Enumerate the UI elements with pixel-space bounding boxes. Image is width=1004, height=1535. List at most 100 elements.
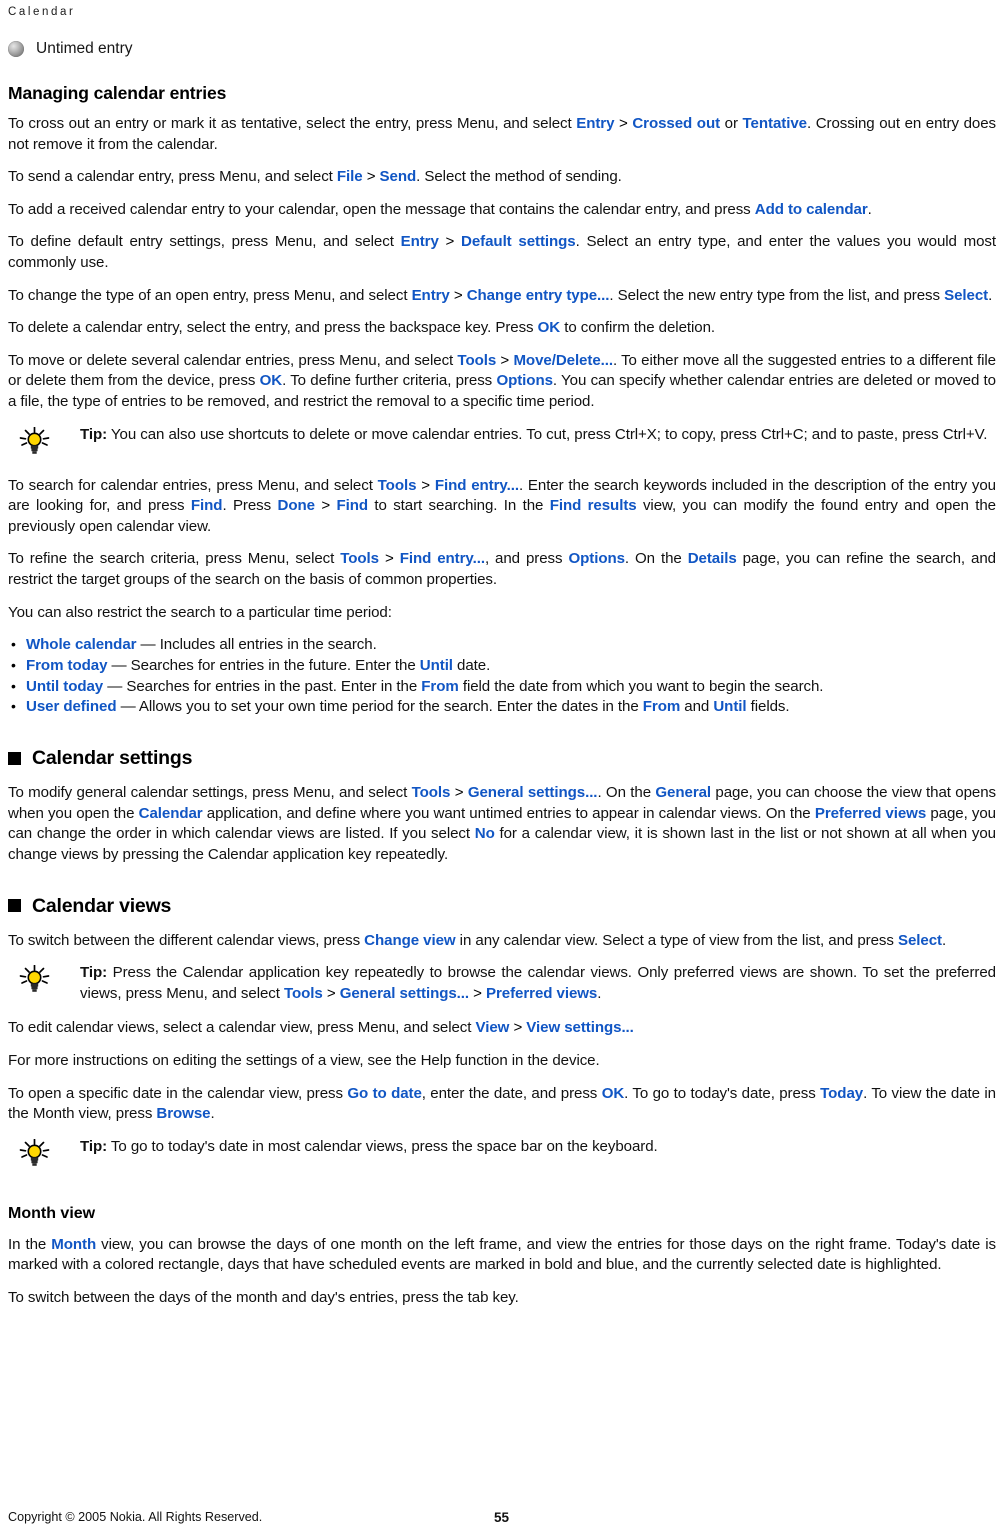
text-run: view, you can browse the days of one mon… bbox=[8, 1235, 996, 1274]
heading-calendar-settings: Calendar settings bbox=[8, 747, 996, 769]
text-run: . On the bbox=[624, 550, 688, 568]
text-run: . On the bbox=[597, 784, 656, 802]
text-run: , and press bbox=[484, 550, 569, 568]
paragraph-general-settings: To modify general calendar settings, pre… bbox=[8, 783, 996, 865]
ui-ref-default-settings: Default settings bbox=[461, 233, 576, 251]
text-run: To refine the search criteria, press Men… bbox=[8, 550, 341, 568]
separator: > bbox=[496, 351, 514, 369]
text-run: in any calendar view. Select a type of v… bbox=[455, 931, 898, 949]
ui-ref-tools: Tools bbox=[457, 351, 497, 369]
separator: > bbox=[509, 1019, 527, 1037]
paragraph-change-entry-type: To change the type of an open entry, pre… bbox=[8, 286, 996, 307]
ui-ref-go-to-date: Go to date bbox=[347, 1084, 422, 1102]
ui-ref-select: Select bbox=[897, 931, 942, 949]
text-run: . bbox=[597, 984, 602, 1002]
document-page: Calendar Untimed entry Managing calendar… bbox=[0, 0, 1004, 1535]
text-run: . Select the new entry type from the lis… bbox=[609, 286, 945, 304]
text-run: fields. bbox=[746, 698, 790, 716]
heading-text: Calendar views bbox=[32, 894, 172, 917]
ui-ref-until: Until bbox=[713, 698, 747, 716]
text-run: To search for calendar entries, press Me… bbox=[8, 476, 378, 494]
tip-text: Tip: You can also use shortcuts to delet… bbox=[80, 425, 996, 446]
text-run: to confirm the deletion. bbox=[560, 319, 716, 337]
gray-ball-icon bbox=[8, 41, 24, 57]
separator: > bbox=[614, 115, 633, 132]
separator: > bbox=[314, 497, 337, 515]
ui-ref-entry: Entry bbox=[411, 286, 450, 304]
ui-ref-entry: Entry bbox=[400, 233, 439, 251]
text-run: . Press bbox=[222, 497, 278, 515]
heading-calendar-views: Calendar views bbox=[8, 895, 996, 917]
paragraph-month-view-desc: In the Month view, you can browse the da… bbox=[8, 1235, 996, 1276]
legend-untimed-entry: Untimed entry bbox=[8, 37, 996, 61]
ui-ref-change-entry-type: Change entry type... bbox=[466, 286, 610, 304]
text-run: . bbox=[210, 1105, 215, 1123]
paragraph-refine-search: To refine the search criteria, press Men… bbox=[8, 549, 996, 590]
text-run: To define default entry settings, press … bbox=[8, 233, 401, 251]
ui-ref-general-settings: General settings... bbox=[339, 984, 470, 1002]
ui-ref-ok: OK bbox=[259, 372, 283, 390]
ui-ref-tools: Tools bbox=[340, 550, 379, 568]
list-item: From today — Searches for entries in the… bbox=[8, 655, 996, 677]
separator: > bbox=[469, 984, 486, 1002]
text-run: To cross out an entry or mark it as tent… bbox=[8, 115, 577, 132]
paragraph-send-entry: To send a calendar entry, press Menu, an… bbox=[8, 167, 996, 188]
text-run: . bbox=[867, 200, 872, 218]
ui-ref-tentative: Tentative bbox=[742, 115, 808, 132]
separator: > bbox=[449, 286, 467, 304]
tip-label: Tip: bbox=[80, 1137, 108, 1155]
separator: > bbox=[362, 168, 380, 186]
list-item: Whole calendar — Includes all entries in… bbox=[8, 634, 996, 656]
ui-ref-whole-calendar: Whole calendar bbox=[26, 636, 137, 654]
ui-ref-find-entry: Find entry... bbox=[434, 476, 519, 494]
page-footer: Copyright © 2005 Nokia. All Rights Reser… bbox=[8, 1507, 996, 1527]
paragraph-search-entries: To search for calendar entries, press Me… bbox=[8, 476, 996, 538]
paragraph-delete-entry: To delete a calendar entry, select the e… bbox=[8, 318, 996, 339]
text-run: To delete a calendar entry, select the e… bbox=[8, 319, 538, 337]
text-run: You can also use shortcuts to delete or … bbox=[107, 425, 988, 443]
tip-block-shortcuts: Tip: You can also use shortcuts to delet… bbox=[8, 425, 996, 462]
tip-label: Tip: bbox=[80, 964, 108, 982]
paragraph-go-to-date: To open a specific date in the calendar … bbox=[8, 1084, 996, 1125]
heading-month-view: Month view bbox=[8, 1204, 96, 1222]
ui-ref-today: Today bbox=[820, 1084, 864, 1102]
text-run: to start searching. In the bbox=[368, 497, 550, 515]
tip-text: Tip: To go to today's date in most calen… bbox=[80, 1137, 996, 1158]
text-run: — bbox=[107, 656, 131, 674]
ui-ref-find-results: Find results bbox=[549, 497, 637, 515]
lightbulb-icon bbox=[18, 426, 54, 462]
ui-ref-month: Month bbox=[51, 1235, 97, 1253]
ui-ref-find: Find bbox=[336, 497, 368, 515]
text-run: — bbox=[136, 636, 160, 654]
text-run: Searches for entries in the future. Ente… bbox=[130, 656, 420, 674]
ui-ref-add-to-calendar: Add to calendar bbox=[754, 200, 868, 218]
ui-ref-until-today: Until today bbox=[26, 677, 104, 695]
text-run: . bbox=[988, 286, 993, 304]
ui-ref-calendar: Calendar bbox=[138, 804, 203, 822]
text-run: Searches for entries in the past. Enter … bbox=[126, 677, 422, 695]
lightbulb-icon bbox=[18, 1138, 54, 1174]
heading-text: Calendar settings bbox=[32, 747, 193, 770]
text-run: . bbox=[941, 931, 947, 949]
ui-ref-entry: Entry bbox=[576, 115, 615, 132]
copyright-text: Copyright © 2005 Nokia. All Rights Reser… bbox=[8, 1510, 263, 1524]
text-run: — bbox=[103, 677, 127, 695]
square-bullet-icon bbox=[8, 899, 21, 913]
text-run: Includes all entries in the search. bbox=[159, 636, 377, 654]
separator: > bbox=[438, 233, 462, 251]
paragraph-restrict-time-period: You can also restrict the search to a pa… bbox=[8, 603, 392, 621]
ui-ref-ok: OK bbox=[537, 319, 561, 337]
text-run: To modify general calendar settings, pre… bbox=[8, 784, 412, 802]
paragraph-tab-key: To switch between the days of the month … bbox=[8, 1289, 519, 1306]
ui-ref-general-settings: General settings... bbox=[467, 784, 598, 802]
separator: > bbox=[416, 476, 435, 494]
running-header: Calendar bbox=[8, 6, 76, 18]
separator: > bbox=[450, 784, 468, 802]
ui-ref-from: From bbox=[642, 698, 681, 716]
ui-ref-from: From bbox=[421, 677, 459, 695]
text-run: , enter the date, and press bbox=[421, 1084, 602, 1102]
text-run: To open a specific date in the calendar … bbox=[8, 1084, 348, 1102]
text-run: To add a received calendar entry to your… bbox=[8, 200, 755, 218]
text-run: . To define further criteria, press bbox=[282, 372, 497, 390]
paragraph-add-received-entry: To add a received calendar entry to your… bbox=[8, 200, 996, 221]
